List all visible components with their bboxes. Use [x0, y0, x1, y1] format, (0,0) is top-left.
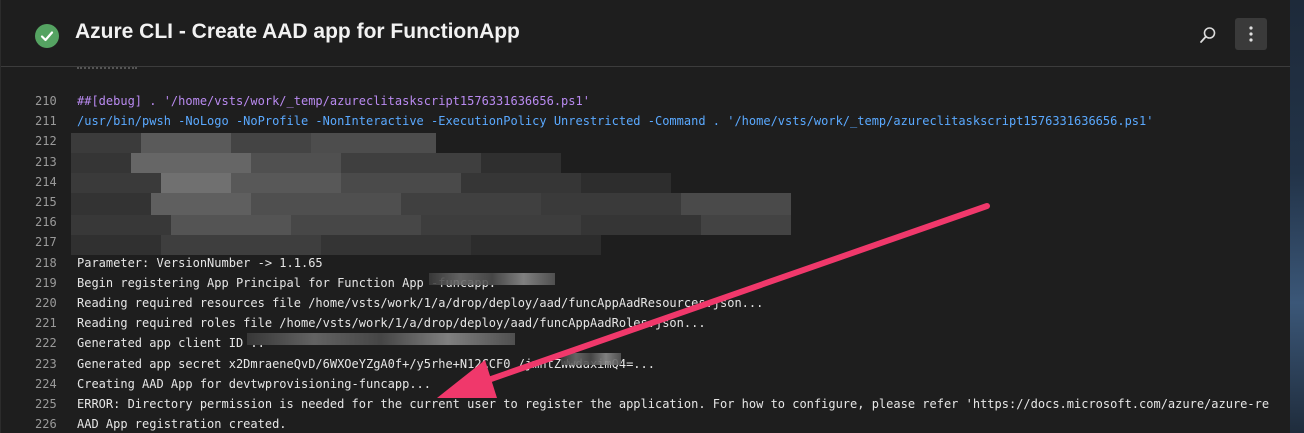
line-text: ERROR: Directory permission is needed fo…: [77, 397, 1270, 411]
log-line: 222 Generated app client ID ..: [1, 333, 1291, 353]
pipeline-log-window: Azure CLI - Create AAD app for FunctionA…: [0, 0, 1292, 433]
redacted-client-id: [247, 333, 515, 345]
line-number: 221: [35, 316, 57, 331]
line-text: Reading required roles file /home/vsts/w…: [77, 316, 706, 331]
line-number: 222: [35, 336, 57, 351]
log-line: 211/usr/bin/pwsh -NoLogo -NoProfile -Non…: [1, 111, 1291, 131]
redacted-output-block: [71, 133, 791, 255]
line-number: 210: [35, 94, 57, 108]
log-line: 223 Generated app secret x2DmraeneQvD/6WX…: [1, 354, 1291, 374]
step-header: Azure CLI - Create AAD app for FunctionA…: [1, 0, 1291, 67]
desktop-background-edge: [1290, 0, 1304, 433]
line-number: 223: [35, 356, 57, 371]
line-number: 213: [35, 154, 57, 169]
more-options-button[interactable]: [1235, 18, 1267, 50]
line-number: 219: [35, 275, 57, 290]
redacted-secret-part: [561, 353, 621, 365]
line-number: 211: [35, 114, 57, 129]
log-line: 210 ##[debug] . '/home/vsts/work/_temp/az…: [1, 91, 1291, 111]
search-button[interactable]: [1195, 22, 1221, 48]
line-text: AAD App registration created.: [77, 417, 287, 432]
log-line: 220 Reading required resources file /home…: [1, 293, 1291, 313]
log-line: 225 ERROR: Directory permission is needed…: [1, 394, 1291, 414]
log-line: 218 Parameter: VersionNumber -> 1.1.65: [1, 253, 1291, 273]
line-text: Creating AAD App for devtwprovisioning-f…: [77, 376, 432, 391]
line-text: Generated app client ID ..: [77, 336, 265, 351]
line-text: /usr/bin/pwsh -NoLogo -NoProfile -NonInt…: [77, 114, 1154, 129]
line-number: 217: [35, 235, 57, 250]
log-line: 224 Creating AAD App for devtwprovisionin…: [1, 374, 1291, 394]
line-text: Reading required resources file /home/vs…: [77, 296, 764, 310]
search-icon: [1200, 27, 1216, 43]
line-number: 212: [35, 134, 57, 149]
redacted-app-name: [429, 273, 555, 285]
line-number: 225: [35, 397, 57, 411]
line-text: ##[debug] . '/home/vsts/work/_temp/azure…: [77, 94, 590, 108]
line-number: 218: [35, 255, 57, 270]
truncated-line-fragment: [77, 67, 137, 75]
line-number: 224: [35, 376, 57, 391]
line-number: 216: [35, 215, 57, 230]
log-output[interactable]: 210 ##[debug] . '/home/vsts/work/_temp/az…: [1, 67, 1291, 433]
line-number: 220: [35, 296, 57, 310]
line-number: 214: [35, 174, 57, 189]
line-number: 226: [35, 417, 57, 432]
step-title: Azure CLI - Create AAD app for FunctionA…: [75, 20, 520, 43]
log-line: 226 AAD App registration created.: [1, 414, 1291, 433]
line-text: Parameter: VersionNumber -> 1.1.65: [77, 255, 323, 270]
more-vertical-icon: [1249, 26, 1253, 42]
log-line: 221 Reading required roles file /home/vst…: [1, 313, 1291, 333]
log-line: 219 Begin registering App Principal for F…: [1, 273, 1291, 293]
success-check-icon: [35, 24, 59, 48]
line-number: 215: [35, 195, 57, 209]
